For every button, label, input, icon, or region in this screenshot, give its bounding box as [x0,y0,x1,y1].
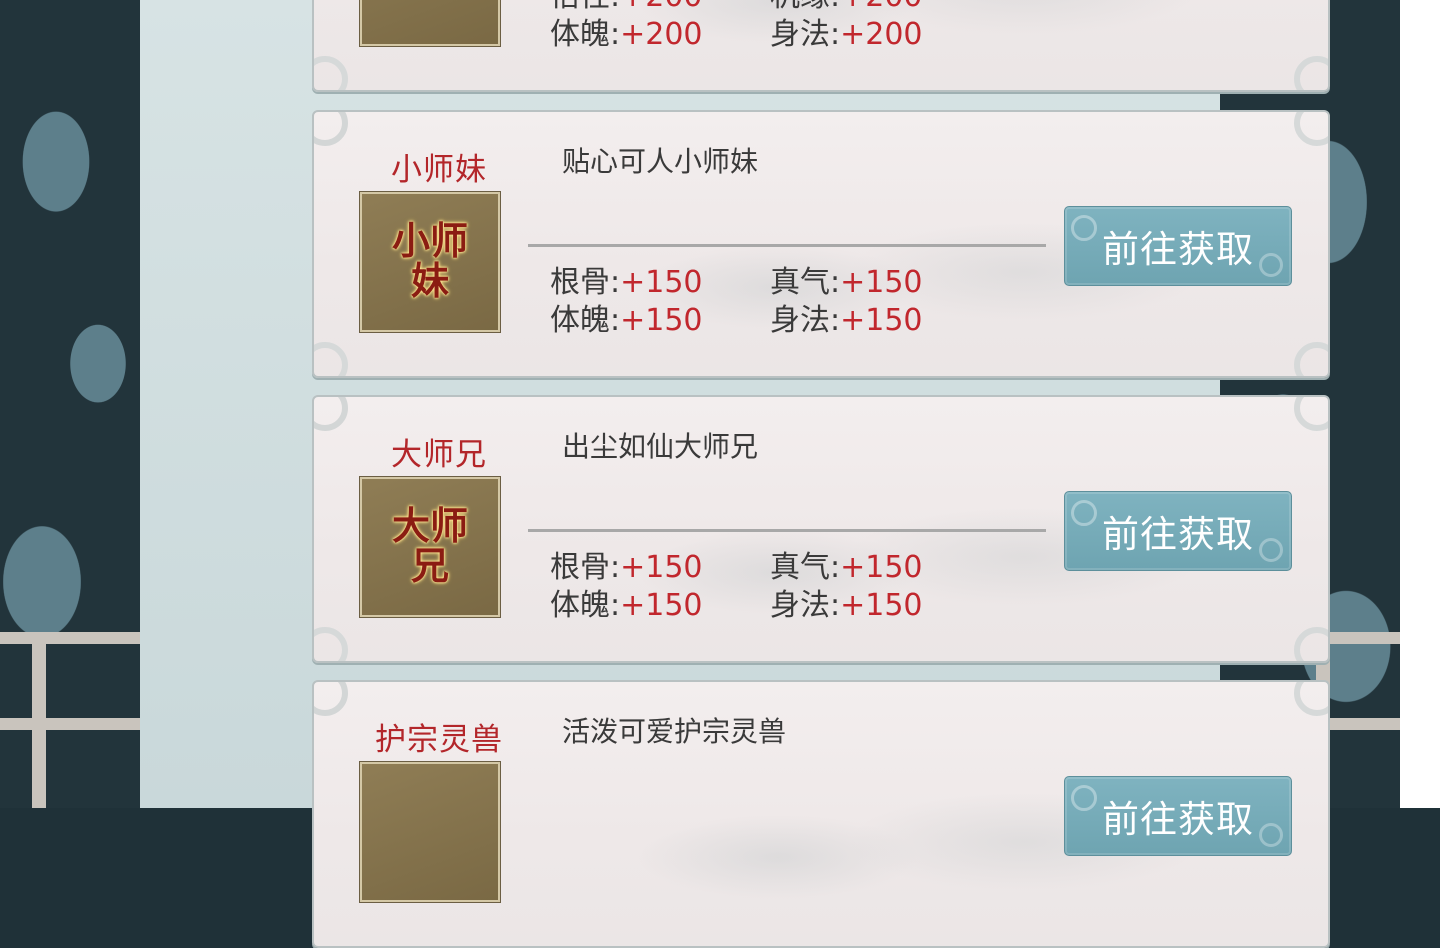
background-left [0,0,140,808]
stat-item: 真气:+150 [770,265,923,300]
corner-ornament [314,112,348,146]
companion-description: 出尘如仙大师兄 [562,430,759,463]
corner-ornament [1294,397,1328,431]
stats-block: 根骨:+150 真气:+150 体魄:+150 身法:+150 [550,264,990,340]
companion-name: 大师兄 [391,437,487,473]
companion-description: 活泼可爱护宗灵兽 [562,715,787,748]
stat-item: 机缘:+200 [770,0,990,16]
acquisition-panel[interactable]: 始神 悟性:+200 机缘:+200 体魄:+200 身法:+200 小师妹 小… [140,0,1330,948]
companion-card: 始神 悟性:+200 机缘:+200 体魄:+200 身法:+200 [312,0,1330,92]
badge-label: 小师妹 [391,219,468,303]
stat-item: 悟性:+200 [550,0,770,16]
corner-ornament [314,56,348,90]
stat-item: 根骨:+150 [550,550,703,585]
stat-item: 身法:+200 [770,17,923,52]
companion-description: 贴心可人小师妹 [562,145,759,178]
badge-label: 大师兄 [391,504,468,588]
corner-ornament [314,627,348,661]
fence-rail-left-lower [0,718,140,730]
stats-block: 根骨:+150 真气:+150 体魄:+150 身法:+150 [550,549,990,625]
go-obtain-button[interactable]: 前往获取 [1064,491,1292,571]
stats-block: 悟性:+200 机缘:+200 体魄:+200 身法:+200 [550,0,990,54]
stat-item: 体魄:+200 [550,17,703,52]
stat-item: 体魄:+150 [550,588,703,623]
go-obtain-button[interactable]: 前往获取 [1064,776,1292,856]
companion-card: 小师妹 小师妹 贴心可人小师妹 根骨:+150 真气:+150 体魄:+150 … [312,110,1330,378]
corner-ornament [1294,56,1328,90]
stat-item: 身法:+150 [770,303,923,338]
companion-badge-icon: 始神 [360,0,500,46]
background-edge [1400,0,1440,808]
stat-item: 身法:+150 [770,588,923,623]
corner-ornament [1294,112,1328,146]
stat-item: 体魄:+150 [550,303,703,338]
go-obtain-button[interactable]: 前往获取 [1064,206,1292,286]
companion-badge-icon [360,762,500,902]
fence-rail-left [0,632,140,644]
corner-ornament [314,342,348,376]
corner-ornament [314,682,348,716]
fence-post-left [32,632,46,808]
companion-card: 护宗灵兽 活泼可爱护宗灵兽 前往获取 [312,680,1330,948]
corner-ornament [1294,627,1328,661]
divider [528,244,1046,247]
stat-item: 根骨:+150 [550,265,703,300]
stat-item: 真气:+150 [770,550,923,585]
corner-ornament [1294,682,1328,716]
divider [528,529,1046,532]
corner-ornament [1294,342,1328,376]
companion-badge-icon: 小师妹 [360,192,500,332]
companion-card: 大师兄 大师兄 出尘如仙大师兄 根骨:+150 真气:+150 体魄:+150 … [312,395,1330,663]
companion-badge-icon: 大师兄 [360,477,500,617]
companion-name: 小师妹 [391,152,487,188]
companion-name: 护宗灵兽 [375,722,503,758]
corner-ornament [314,397,348,431]
